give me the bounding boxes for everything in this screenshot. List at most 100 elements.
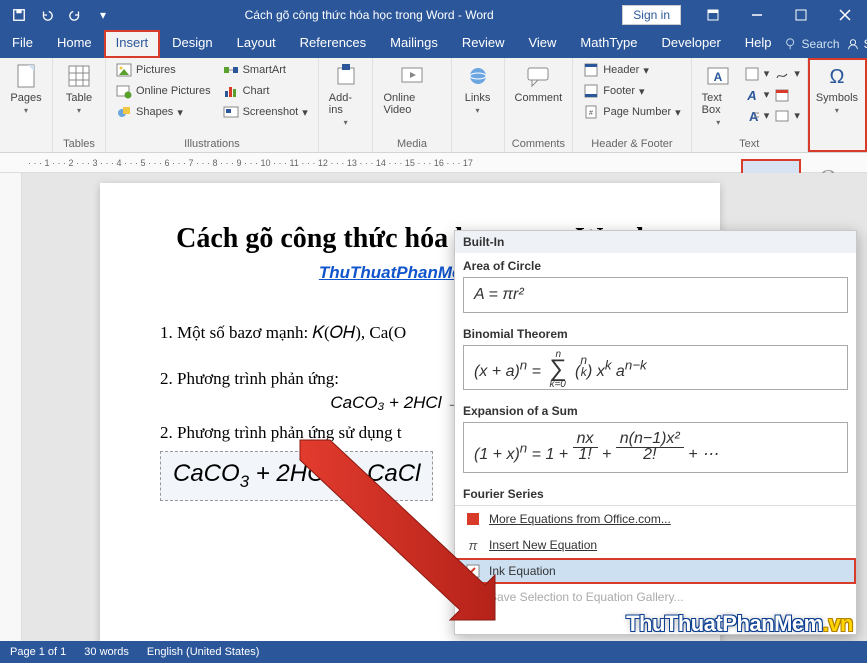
- maximize-button[interactable]: [779, 0, 823, 30]
- ink-equation-menu-item[interactable]: Ink Equation: [455, 558, 856, 584]
- video-icon: [398, 62, 426, 90]
- online-video-button[interactable]: Online Video: [379, 60, 444, 118]
- share-label: Share: [864, 37, 867, 51]
- chevron-down-icon: ▾: [24, 106, 28, 115]
- equation-gallery-popup: Built-In Area of Circle A = πr² Binomial…: [454, 230, 857, 635]
- equation-item-binomial-theorem[interactable]: (x + a)n = ∑nk=0 (nk) xk an−k: [463, 345, 848, 390]
- svg-text:#: #: [589, 110, 593, 117]
- equation-item-area-of-circle[interactable]: A = πr²: [463, 277, 848, 313]
- links-button[interactable]: Links ▾: [458, 60, 498, 117]
- status-language[interactable]: English (United States): [147, 646, 260, 658]
- picture-icon: [116, 62, 132, 78]
- status-page[interactable]: Page 1 of 1: [10, 646, 66, 658]
- tab-mailings[interactable]: Mailings: [378, 30, 450, 58]
- tab-insert[interactable]: Insert: [104, 30, 161, 58]
- group-label-tables: Tables: [59, 138, 99, 152]
- group-label-header-footer: Header & Footer: [579, 138, 684, 152]
- group-text: A Text Box ▾ ▾ ▾ A▾ A▾ ▾ Text: [692, 58, 808, 152]
- insert-new-equation-menu-item[interactable]: π Insert New Equation: [455, 532, 856, 558]
- ribbon-display-options[interactable]: [691, 0, 735, 30]
- screenshot-icon: [223, 104, 239, 120]
- addins-button[interactable]: Add-ins ▾: [325, 60, 367, 129]
- office-icon: [465, 511, 481, 527]
- screenshot-button[interactable]: Screenshot ▾: [219, 102, 312, 122]
- status-words[interactable]: 30 words: [84, 646, 129, 658]
- chevron-down-icon: ▾: [77, 106, 81, 115]
- title-actions: Sign in: [622, 0, 867, 30]
- date-time-button[interactable]: [773, 86, 791, 104]
- equation-item-expansion-of-sum[interactable]: (1 + x)n = 1 + nx1! + n(n−1)x²2! + ⋯: [463, 422, 848, 473]
- status-bar: Page 1 of 1 30 words English (United Sta…: [0, 641, 867, 663]
- page-number-button[interactable]: #Page Number ▾: [579, 102, 684, 122]
- more-equations-menu-item[interactable]: More Equations from Office.com...: [455, 506, 856, 532]
- drop-cap-button[interactable]: A▾: [743, 107, 771, 125]
- equation-item-title: Area of Circle: [455, 253, 856, 277]
- header-button[interactable]: Header ▾: [579, 60, 684, 80]
- tab-references[interactable]: References: [288, 30, 378, 58]
- tab-design[interactable]: Design: [160, 30, 224, 58]
- equation-item-title: Expansion of a Sum: [455, 398, 856, 422]
- redo-button[interactable]: [62, 2, 88, 28]
- chevron-down-icon: ▾: [835, 106, 839, 115]
- group-links: Links ▾ .: [452, 58, 505, 152]
- group-label-comments: Comments: [511, 138, 567, 152]
- group-label-text: Text: [698, 138, 801, 152]
- group-tables: Table ▾ Tables: [53, 58, 106, 152]
- smartart-icon: [223, 62, 239, 78]
- chart-button[interactable]: Chart: [219, 81, 312, 101]
- signature-line-button[interactable]: ▾: [773, 65, 801, 83]
- save-selection-menu-item: Save Selection to Equation Gallery...: [455, 584, 856, 610]
- omega-icon: Ω: [823, 62, 851, 90]
- save-button[interactable]: [6, 2, 32, 28]
- online-pictures-icon: [116, 83, 132, 99]
- tab-help[interactable]: Help: [733, 30, 784, 58]
- horizontal-ruler[interactable]: · · · 1 · · · 2 · · · 3 · · · 4 · · · 5 …: [0, 153, 867, 173]
- search-box[interactable]: Search: [784, 37, 840, 51]
- equation-popup-menu: More Equations from Office.com... π Inse…: [455, 505, 856, 610]
- symbols-button[interactable]: Ω Symbols ▾: [814, 60, 860, 117]
- pi-icon: π: [465, 537, 481, 553]
- tab-file[interactable]: File: [0, 30, 45, 58]
- group-symbols: Ω Symbols ▾ .: [808, 58, 867, 152]
- tab-review[interactable]: Review: [450, 30, 517, 58]
- share-icon: [846, 37, 860, 51]
- wordart-button[interactable]: A▾: [743, 86, 771, 104]
- comment-icon: [524, 62, 552, 90]
- minimize-button[interactable]: [735, 0, 779, 30]
- tab-layout[interactable]: Layout: [225, 30, 288, 58]
- group-pages: Pages ▾ .: [0, 58, 53, 152]
- object-button[interactable]: ▾: [773, 107, 801, 125]
- tab-view[interactable]: View: [516, 30, 568, 58]
- pages-button[interactable]: Pages ▾: [6, 60, 46, 117]
- pages-label: Pages: [10, 92, 41, 104]
- chevron-down-icon: ▾: [476, 106, 480, 115]
- tab-mathtype[interactable]: MathType: [568, 30, 649, 58]
- quick-parts-button[interactable]: ▾: [743, 65, 771, 83]
- shapes-button[interactable]: Shapes ▾: [112, 102, 215, 122]
- table-button[interactable]: Table ▾: [59, 60, 99, 117]
- share-button[interactable]: Share: [846, 37, 867, 51]
- qat-customize-button[interactable]: ▾: [90, 2, 116, 28]
- smartart-button[interactable]: SmartArt: [219, 60, 312, 80]
- pictures-button[interactable]: Pictures: [112, 60, 215, 80]
- group-comments: Comment Comments: [505, 58, 574, 152]
- comment-button[interactable]: Comment: [511, 60, 567, 106]
- online-pictures-button[interactable]: Online Pictures: [112, 81, 215, 101]
- group-media: Online Video Media: [373, 58, 451, 152]
- close-button[interactable]: [823, 0, 867, 30]
- svg-text:π: π: [469, 538, 478, 553]
- footer-button[interactable]: Footer ▾: [579, 81, 684, 101]
- tab-home[interactable]: Home: [45, 30, 104, 58]
- chevron-down-icon: ▾: [344, 118, 348, 127]
- watermark: ThuThuatPhanMem.vn: [626, 611, 853, 637]
- page-number-icon: #: [583, 104, 599, 120]
- link-icon: [464, 62, 492, 90]
- sign-in-button[interactable]: Sign in: [622, 5, 681, 25]
- equation-content-control[interactable]: CaCO3 + 2HCl → CaCl: [160, 451, 433, 501]
- tab-developer[interactable]: Developer: [650, 30, 733, 58]
- group-header-footer: Header ▾ Footer ▾ #Page Number ▾ Header …: [573, 58, 691, 152]
- vertical-ruler[interactable]: [0, 173, 22, 641]
- undo-button[interactable]: [34, 2, 60, 28]
- group-illustrations: Pictures Online Pictures Shapes ▾ SmartA…: [106, 58, 319, 152]
- text-box-button[interactable]: A Text Box ▾: [698, 60, 739, 129]
